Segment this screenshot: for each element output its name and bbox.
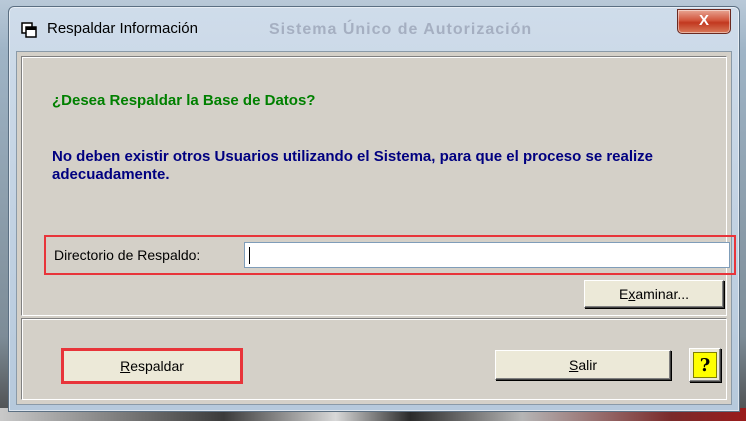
backup-directory-group: Directorio de Respaldo: (44, 235, 736, 275)
exit-label-key: S (568, 357, 579, 373)
question-mark-icon: ? (693, 352, 717, 378)
help-button[interactable]: ? (689, 348, 721, 382)
backup-directory-input[interactable] (244, 242, 730, 268)
backup-directory-label: Directorio de Respaldo: (54, 247, 201, 263)
info-panel: ¿Desea Respaldar la Base de Datos? No de… (21, 56, 736, 316)
background-window-title: Sistema Único de Autorización (269, 21, 533, 38)
window-copy-icon (21, 22, 37, 38)
backup-dialog: Respaldar Información Sistema Único de A… (8, 6, 740, 412)
warning-message: No deben existir otros Usuarios utilizan… (52, 148, 654, 183)
browse-label-key: x (628, 286, 636, 302)
browse-button[interactable]: Ex aminar... (584, 280, 724, 308)
window-title: Respaldar Información (47, 20, 198, 37)
backup-button[interactable]: Respaldar (61, 348, 243, 384)
backup-label-key: R (120, 358, 131, 374)
browse-label-pre: E (618, 286, 629, 302)
exit-button[interactable]: Salir (495, 350, 671, 380)
exit-label-post: alir (578, 357, 597, 373)
backup-question: ¿Desea Respaldar la Base de Datos? (52, 92, 316, 109)
browse-label-post: aminar... (635, 286, 690, 302)
backup-label-post: espaldar (130, 358, 184, 374)
text-caret (249, 247, 250, 264)
dialog-client-area: ¿Desea Respaldar la Base de Datos? No de… (16, 51, 736, 405)
title-bar[interactable]: Respaldar Información Sistema Único de A… (9, 7, 739, 51)
close-button[interactable]: X (677, 9, 731, 34)
